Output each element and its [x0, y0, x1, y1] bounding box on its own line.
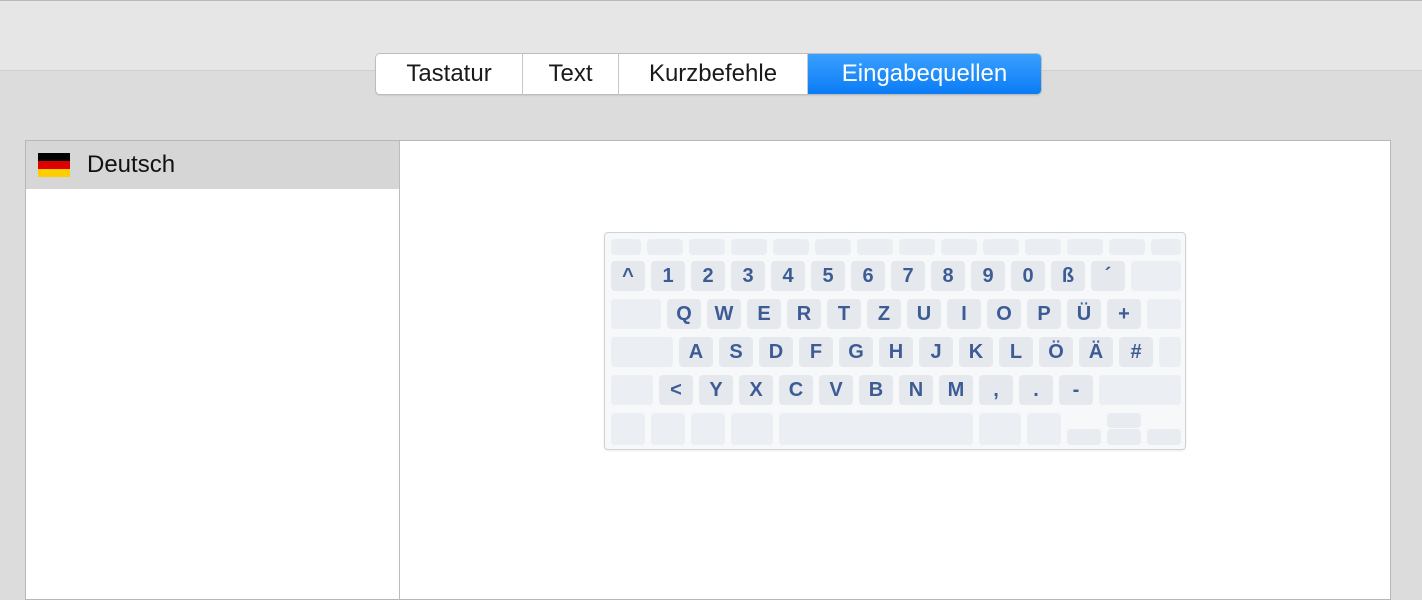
key: W: [707, 299, 741, 329]
key: 0: [1011, 261, 1045, 291]
tab-bar: Tastatur Text Kurzbefehle Eingabequellen: [375, 53, 1042, 95]
key: Ä: [1079, 337, 1113, 367]
key: V: [819, 375, 853, 405]
input-sources-panel: Deutsch ^ 1 2 3 4 5 6 7 8 9 0 ß ´ Q W E R T Z U I O P Ü + A S D F G H J…: [25, 140, 1391, 600]
blank-key: [1027, 413, 1061, 445]
key: T: [827, 299, 861, 329]
blank-key: [983, 239, 1019, 255]
key: 3: [731, 261, 765, 291]
key: I: [947, 299, 981, 329]
key: O: [987, 299, 1021, 329]
blank-key: [857, 239, 893, 255]
tab-kurzbefehle[interactable]: Kurzbefehle: [619, 54, 808, 94]
blank-key: [611, 239, 641, 255]
blank-key: [1025, 239, 1061, 255]
blank-key: [647, 239, 683, 255]
blank-key: [611, 337, 673, 367]
blank-key: [691, 413, 725, 445]
key: Z: [867, 299, 901, 329]
key: Y: [699, 375, 733, 405]
tab-tastatur[interactable]: Tastatur: [376, 54, 523, 94]
key: P: [1027, 299, 1061, 329]
blank-key: [773, 239, 809, 255]
key: 7: [891, 261, 925, 291]
blank-key: [731, 413, 773, 445]
blank-key: [979, 413, 1021, 445]
key: D: [759, 337, 793, 367]
key: B: [859, 375, 893, 405]
key: X: [739, 375, 773, 405]
arrow-key: [1147, 429, 1181, 445]
blank-key: [731, 239, 767, 255]
key: N: [899, 375, 933, 405]
key: J: [919, 337, 953, 367]
key: 8: [931, 261, 965, 291]
key: #: [1119, 337, 1153, 367]
arrow-key: [1107, 429, 1141, 445]
key: M: [939, 375, 973, 405]
tab-eingabequellen[interactable]: Eingabequellen: [808, 54, 1041, 94]
blank-key: [941, 239, 977, 255]
key: 4: [771, 261, 805, 291]
key: Q: [667, 299, 701, 329]
key: 2: [691, 261, 725, 291]
key: C: [779, 375, 813, 405]
keyboard-layout-preview: ^ 1 2 3 4 5 6 7 8 9 0 ß ´ Q W E R T Z U I O P Ü + A S D F G H J K L Ö Ä # < Y X…: [604, 232, 1186, 450]
blank-key: [779, 413, 973, 445]
list-item-deutsch[interactable]: Deutsch: [26, 141, 399, 189]
key: ,: [979, 375, 1013, 405]
key: ^: [611, 261, 645, 291]
blank-key: [1151, 239, 1181, 255]
key: U: [907, 299, 941, 329]
key: A: [679, 337, 713, 367]
blank-key: [899, 239, 935, 255]
key: R: [787, 299, 821, 329]
key: 1: [651, 261, 685, 291]
blank-key: [611, 375, 653, 405]
key: <: [659, 375, 693, 405]
blank-key: [689, 239, 725, 255]
blank-key: [1109, 239, 1145, 255]
key: K: [959, 337, 993, 367]
key: 9: [971, 261, 1005, 291]
key: ´: [1091, 261, 1125, 291]
list-item-label: Deutsch: [87, 151, 176, 178]
blank-key: [1099, 375, 1181, 405]
arrow-key: [1067, 429, 1101, 445]
key: -: [1059, 375, 1093, 405]
key: +: [1107, 299, 1141, 329]
tab-text[interactable]: Text: [523, 54, 619, 94]
blank-key: [1131, 261, 1181, 291]
blank-key: [1159, 337, 1181, 367]
key: 6: [851, 261, 885, 291]
key: .: [1019, 375, 1053, 405]
key: H: [879, 337, 913, 367]
key: Ü: [1067, 299, 1101, 329]
key: Ö: [1039, 337, 1073, 367]
blank-key: [611, 413, 645, 445]
key: L: [999, 337, 1033, 367]
key: S: [719, 337, 753, 367]
key: ß: [1051, 261, 1085, 291]
input-source-list[interactable]: Deutsch: [26, 141, 400, 599]
key: 5: [811, 261, 845, 291]
german-flag-icon: [38, 153, 70, 177]
arrow-key: [1107, 413, 1141, 428]
blank-key: [651, 413, 685, 445]
blank-key: [1147, 299, 1181, 329]
key: F: [799, 337, 833, 367]
blank-key: [815, 239, 851, 255]
blank-key: [611, 299, 661, 329]
blank-key: [1067, 239, 1103, 255]
key: G: [839, 337, 873, 367]
key: E: [747, 299, 781, 329]
